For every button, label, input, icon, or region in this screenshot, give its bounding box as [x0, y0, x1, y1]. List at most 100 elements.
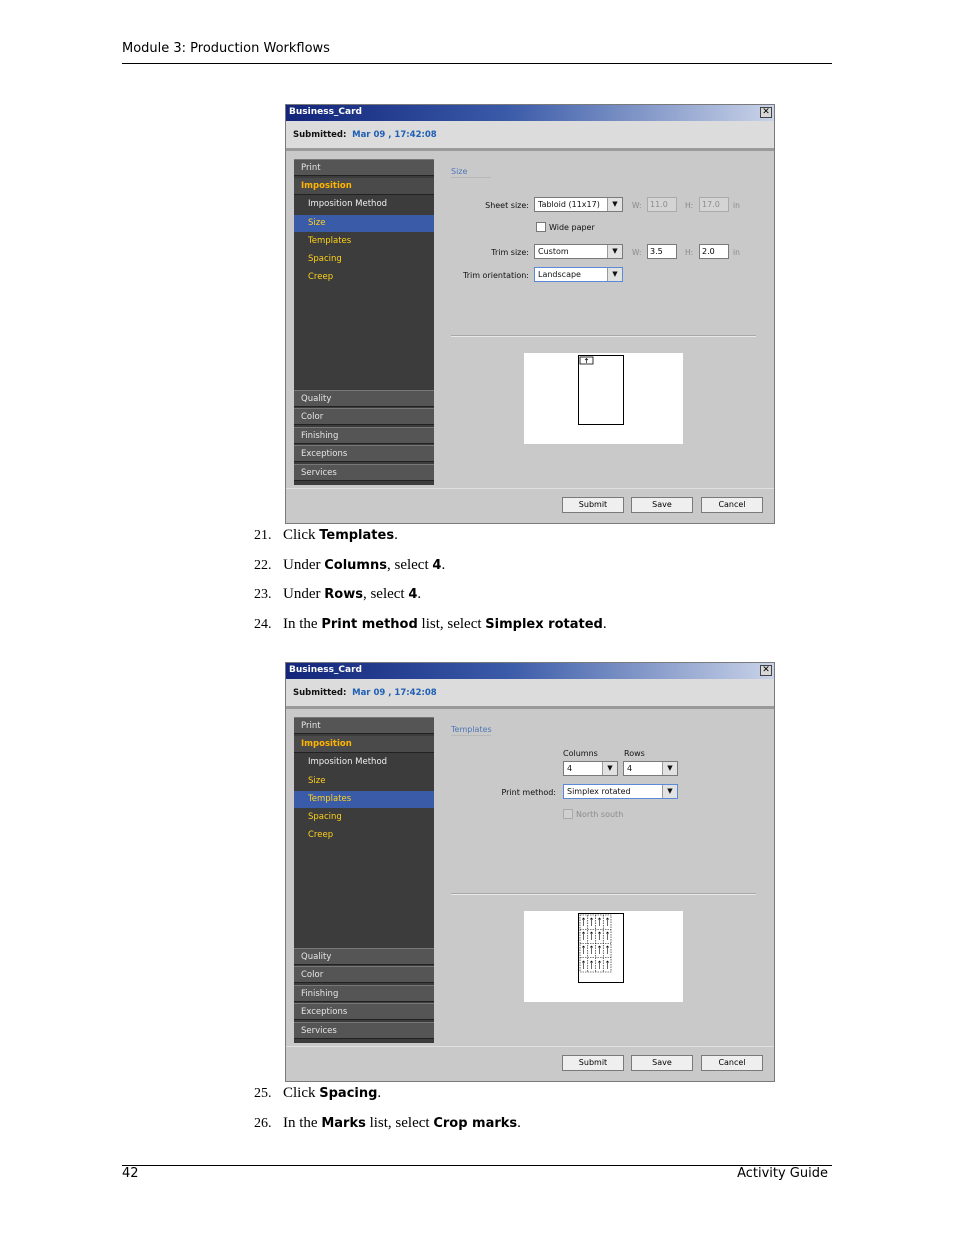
- submitted-value: Mar 09 , 17:42:08: [352, 688, 437, 698]
- chevron-down-icon: ▼: [662, 785, 677, 798]
- submitted-bar: Submitted: Mar 09 , 17:42:08: [286, 121, 774, 151]
- sheet-preview: [578, 355, 624, 425]
- guide-title: Activity Guide: [737, 1166, 828, 1181]
- settings-nav: Print Imposition Imposition Method Size …: [294, 717, 434, 1043]
- submitted-bar: Submitted: Mar 09 , 17:42:08: [286, 679, 774, 709]
- trim-unit: in: [733, 248, 740, 257]
- layout-preview: [524, 353, 683, 444]
- north-south-label: North south: [576, 810, 624, 819]
- submitted-label: Submitted:: [293, 688, 347, 698]
- nav-imposition-method[interactable]: Imposition Method: [294, 196, 434, 213]
- nav-imposition[interactable]: Imposition: [294, 178, 434, 195]
- nav-exceptions[interactable]: Exceptions: [294, 445, 434, 462]
- print-method-label: Print method:: [501, 788, 556, 797]
- trim-width-field[interactable]: 3.5: [647, 244, 677, 259]
- submit-button[interactable]: Submit: [562, 1055, 624, 1071]
- nav-quality[interactable]: Quality: [294, 948, 434, 965]
- layout-preview: [524, 911, 683, 1002]
- nav-spacing[interactable]: Spacing: [294, 251, 434, 268]
- module-title: Module 3: Production Workflows: [122, 41, 330, 56]
- rows-select[interactable]: 4 ▼: [623, 761, 678, 776]
- submitted-value: Mar 09 , 17:42:08: [352, 130, 437, 140]
- nav-color[interactable]: Color: [294, 966, 434, 983]
- dialog-templates-screenshot: Business_Card ✕ Submitted: Mar 09 , 17:4…: [285, 662, 775, 1082]
- dialog-title-bar: Business_Card ✕: [286, 105, 774, 121]
- step-24: 24. In the Print method list, select Simp…: [254, 616, 607, 632]
- nav-size[interactable]: Size: [294, 773, 434, 790]
- settings-nav: Print Imposition Imposition Method Size …: [294, 159, 434, 485]
- columns-select[interactable]: 4 ▼: [563, 761, 618, 776]
- nav-imposition-method[interactable]: Imposition Method: [294, 754, 434, 771]
- trim-height-field[interactable]: 2.0: [699, 244, 729, 259]
- nav-quality[interactable]: Quality: [294, 390, 434, 407]
- chevron-down-icon: ▼: [662, 762, 677, 775]
- nav-exceptions[interactable]: Exceptions: [294, 1003, 434, 1020]
- save-button[interactable]: Save: [631, 1055, 693, 1071]
- page-number: 42: [122, 1166, 139, 1181]
- nav-services[interactable]: Services: [294, 1022, 434, 1039]
- page-header: Module 3: Production Workflows: [122, 41, 832, 64]
- step-22: 22. Under Columns, select 4.: [254, 557, 446, 573]
- dialog-title: Business_Card: [289, 107, 362, 117]
- sheet-preview: [578, 913, 624, 983]
- trim-w-label: W:: [632, 248, 642, 257]
- nav-finishing[interactable]: Finishing: [294, 427, 434, 444]
- nav-print[interactable]: Print: [294, 159, 434, 176]
- sheet-w-label: W:: [632, 201, 642, 210]
- sheet-unit: in: [733, 201, 740, 210]
- dialog-size-screenshot: Business_Card ✕ Submitted: Mar 09 , 17:4…: [285, 104, 775, 524]
- step-21: 21. Click Templates.: [254, 527, 398, 543]
- nav-services[interactable]: Services: [294, 464, 434, 481]
- nav-templates[interactable]: Templates: [294, 233, 434, 250]
- nav-imposition[interactable]: Imposition: [294, 736, 434, 753]
- sheet-size-label: Sheet size:: [485, 201, 529, 210]
- chevron-down-icon: ▼: [607, 198, 622, 211]
- close-icon[interactable]: ✕: [760, 665, 772, 676]
- nav-print[interactable]: Print: [294, 717, 434, 734]
- sheet-height-field[interactable]: 17.0: [699, 197, 729, 212]
- templates-panel: Templates Columns Rows 4 ▼ 4 ▼ Print met…: [441, 717, 761, 1043]
- nav-templates[interactable]: Templates: [294, 791, 434, 808]
- trim-orientation-select[interactable]: Landscape ▼: [534, 267, 623, 282]
- sheet-width-field[interactable]: 11.0: [647, 197, 677, 212]
- panel-divider: [451, 335, 756, 337]
- print-method-select[interactable]: Simplex rotated ▼: [563, 784, 678, 799]
- sheet-size-select[interactable]: Tabloid (11x17) ▼: [534, 197, 623, 212]
- nav-finishing[interactable]: Finishing: [294, 985, 434, 1002]
- section-title: Size: [451, 167, 468, 176]
- trim-h-label: H:: [685, 248, 694, 257]
- imposition-grid-graphic: [579, 914, 612, 973]
- nav-creep[interactable]: Creep: [294, 269, 434, 286]
- dialog-title: Business_Card: [289, 665, 362, 675]
- section-title: Templates: [451, 725, 492, 734]
- nav-color[interactable]: Color: [294, 408, 434, 425]
- step-25: 25. Click Spacing.: [254, 1085, 382, 1101]
- wide-paper-label: Wide paper: [549, 223, 595, 232]
- cancel-button[interactable]: Cancel: [701, 1055, 763, 1071]
- close-icon[interactable]: ✕: [760, 107, 772, 118]
- size-panel: Size Sheet size: Tabloid (11x17) ▼ W: 11…: [441, 159, 761, 485]
- chevron-down-icon: ▼: [602, 762, 617, 775]
- trim-size-select[interactable]: Custom ▼: [534, 244, 623, 259]
- columns-label: Columns: [563, 749, 598, 758]
- submit-button[interactable]: Submit: [562, 497, 624, 513]
- submitted-label: Submitted:: [293, 130, 347, 140]
- rows-label: Rows: [624, 749, 645, 758]
- cancel-button[interactable]: Cancel: [701, 497, 763, 513]
- chevron-down-icon: ▼: [607, 245, 622, 258]
- section-title-line: [451, 177, 491, 178]
- nav-size[interactable]: Size: [294, 215, 434, 232]
- nav-spacing[interactable]: Spacing: [294, 809, 434, 826]
- trim-preview-graphic: [579, 356, 594, 365]
- step-23: 23. Under Rows, select 4.: [254, 586, 422, 602]
- trim-size-label: Trim size:: [491, 248, 529, 257]
- north-south-checkbox[interactable]: [563, 809, 573, 819]
- nav-creep[interactable]: Creep: [294, 827, 434, 844]
- section-title-line: [451, 735, 491, 736]
- panel-divider: [451, 893, 756, 895]
- chevron-down-icon: ▼: [607, 268, 622, 281]
- sheet-h-label: H:: [685, 201, 694, 210]
- dialog-footer: Submit Save Cancel: [286, 488, 774, 523]
- save-button[interactable]: Save: [631, 497, 693, 513]
- wide-paper-checkbox[interactable]: [536, 222, 546, 232]
